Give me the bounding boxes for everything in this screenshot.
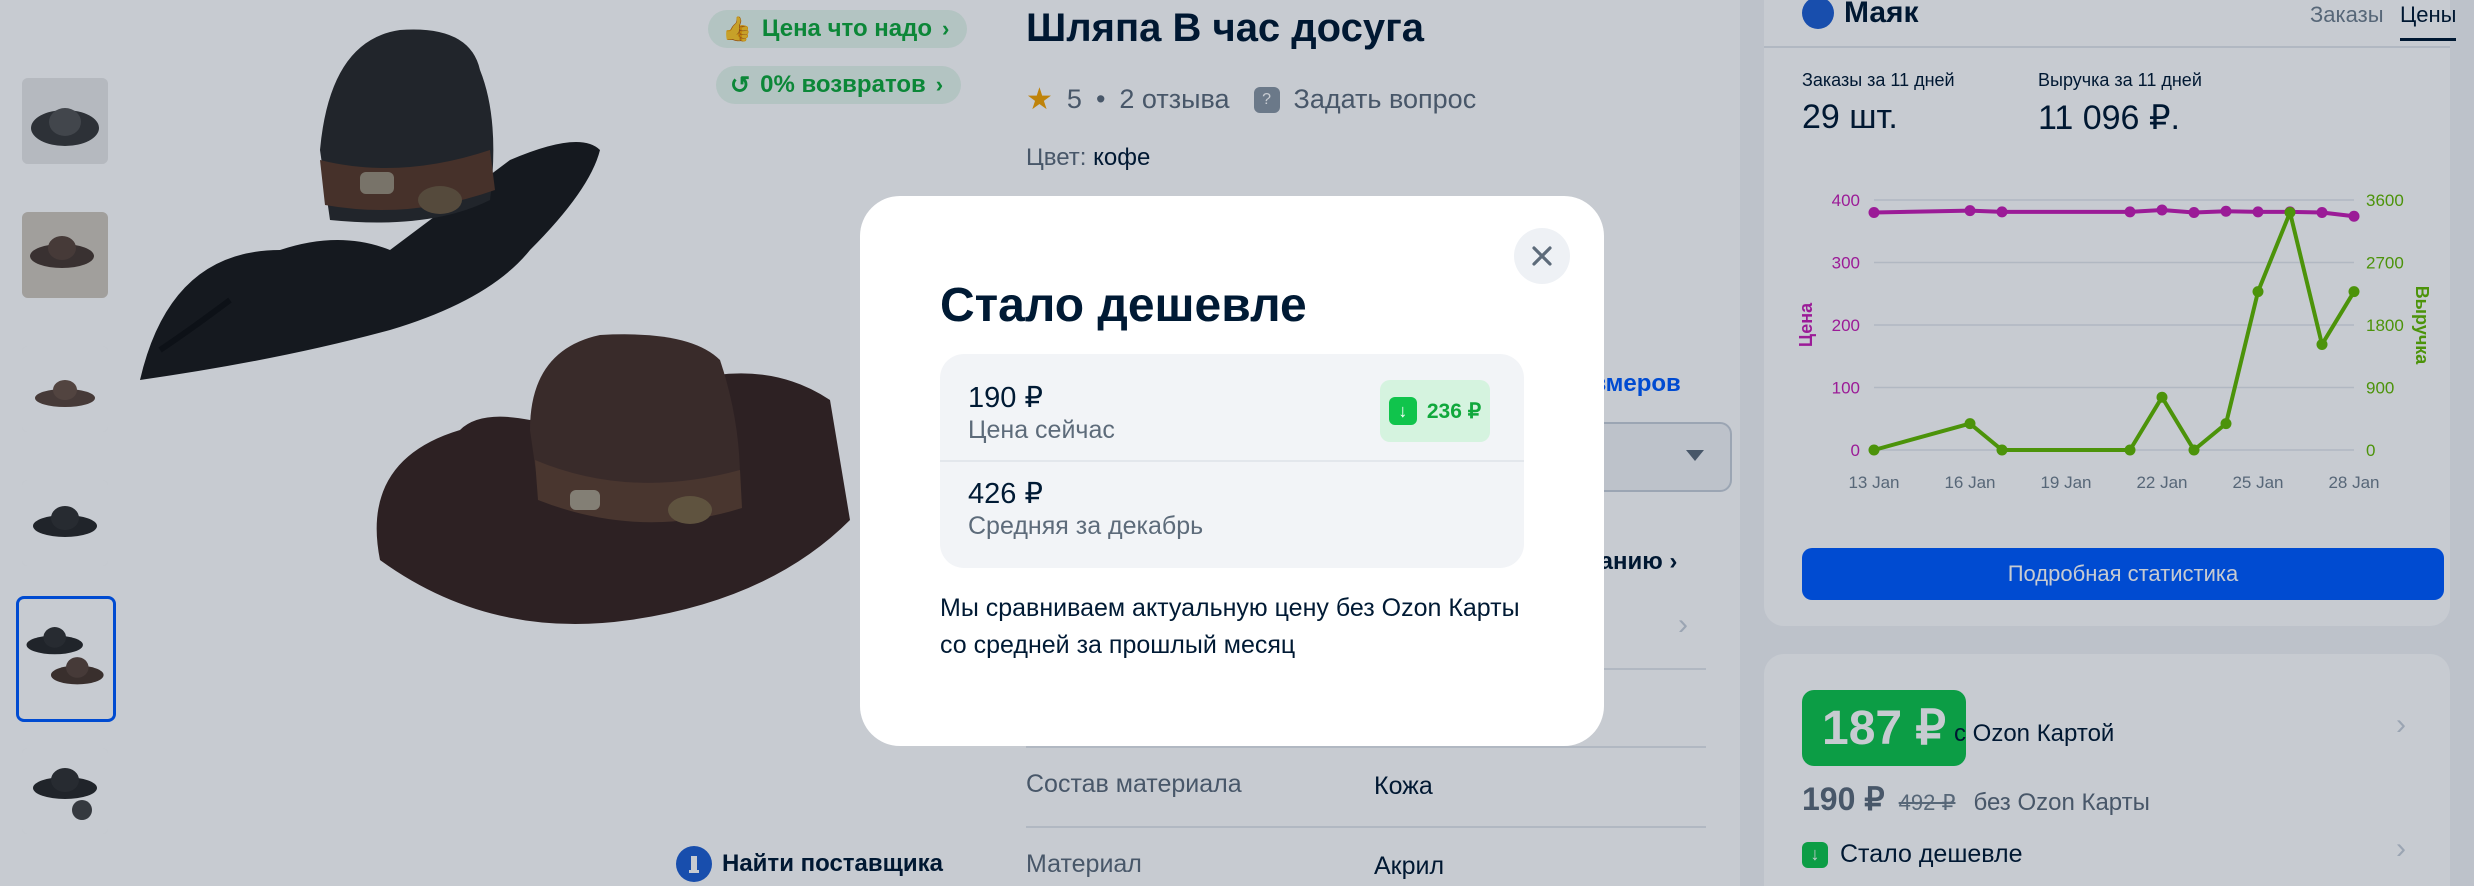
price-drop-chip: ↓ 236 ₽ [1380,380,1490,442]
modal-title: Стало дешевле [940,279,1307,332]
price-drop-value: 236 ₽ [1426,399,1482,423]
modal-description: Мы сравниваем актуальную цену без Ozon К… [940,594,1520,659]
price-comparison-box: 190 ₽ Цена сейчас ↓ 236 ₽ 426 ₽ Средняя … [940,354,1524,568]
divider [940,460,1524,462]
close-button[interactable] [1514,228,1570,284]
close-icon [1532,246,1552,266]
average-price: 426 ₽ [968,478,1043,510]
current-price-label: Цена сейчас [968,416,1115,444]
arrow-down-icon: ↓ [1388,397,1417,425]
price-drop-modal: Стало дешевле 190 ₽ Цена сейчас ↓ 236 ₽ … [860,196,1604,746]
current-price: 190 ₽ [968,382,1043,414]
average-price-label: Средняя за декабрь [968,512,1204,540]
